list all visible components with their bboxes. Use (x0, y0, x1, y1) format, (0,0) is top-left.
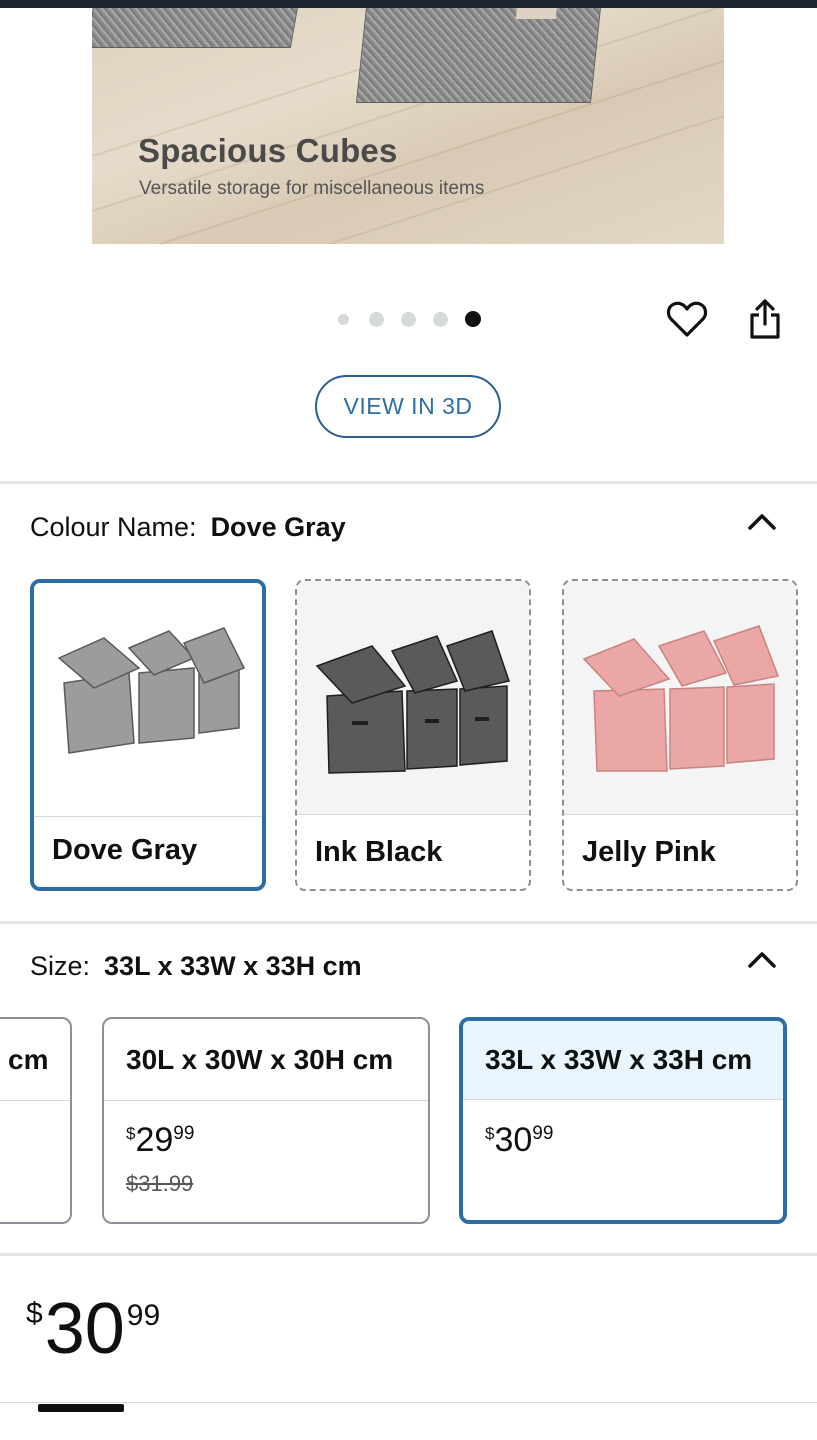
price-whole: 30 (494, 1121, 533, 1159)
size-option-price: $2999 (126, 1121, 194, 1160)
jelly-pink-cubes-image (582, 625, 780, 772)
dove-gray-cubes-image (57, 627, 246, 754)
storage-cube-image (92, 8, 304, 48)
hero-subtitle: Versatile storage for miscellaneous item… (139, 178, 485, 199)
chevron-up-icon[interactable] (742, 945, 782, 973)
price-cents: 99 (126, 1299, 161, 1332)
chevron-up-icon[interactable] (742, 507, 782, 535)
price-whole: 29 (135, 1121, 174, 1159)
share-icon (750, 299, 780, 339)
colour-option-ink-black[interactable]: Ink Black (295, 579, 531, 891)
colour-option-dove-gray[interactable]: Dove Gray (30, 579, 266, 891)
share-button[interactable] (743, 297, 787, 341)
product-image[interactable]: Spacious Cubes Versatile storage for mis… (92, 8, 724, 244)
swatch-image (297, 581, 529, 815)
hero-title: Spacious Cubes (138, 132, 398, 169)
currency-symbol: $ (26, 1297, 43, 1330)
carousel-dot[interactable] (369, 311, 384, 327)
size-label: Size: (30, 951, 91, 981)
carousel-dot-active[interactable] (465, 311, 481, 327)
swatch-name: Ink Black (315, 836, 443, 868)
swatch-name: Dove Gray (52, 834, 198, 866)
active-tab-indicator (38, 1404, 124, 1412)
price-cents: 99 (532, 1123, 554, 1144)
price-cents: 99 (173, 1123, 195, 1144)
size-option-30cm[interactable]: 30L x 30W x 30H cm $2999 $31.99 (102, 1017, 430, 1224)
carousel-dot[interactable] (433, 311, 448, 327)
carousel-dot[interactable] (338, 313, 349, 325)
view-in-3d-button[interactable]: VIEW IN 3D (315, 375, 501, 438)
product-price: $3099 (26, 1293, 160, 1365)
colour-option-jelly-pink[interactable]: Jelly Pink (562, 579, 798, 891)
price-whole: 30 (44, 1289, 125, 1369)
storage-cube-image (355, 8, 604, 103)
size-section-label: Size: 33L x 33W x 33H cm (30, 951, 362, 982)
size-option-label: 30L x 30W x 30H cm (104, 1019, 428, 1101)
section-divider (0, 481, 817, 484)
size-option-label: 33L x 33W x 33H cm (463, 1021, 783, 1100)
heart-icon (666, 301, 708, 337)
colour-section-label: Colour Name: Dove Gray (30, 512, 346, 543)
list-price: $31.99 (126, 1171, 194, 1196)
size-selected-value: 33L x 33W x 33H cm (104, 951, 362, 981)
carousel-dots (338, 311, 481, 327)
section-divider (0, 921, 817, 924)
colour-selected-value: Dove Gray (210, 512, 346, 542)
carousel-dot[interactable] (401, 311, 416, 327)
status-bar-strip (0, 0, 817, 8)
swatch-image (564, 581, 796, 815)
swatch-name: Jelly Pink (582, 836, 716, 868)
swatch-image (34, 583, 262, 817)
favorite-button[interactable] (665, 297, 709, 341)
size-option-label: cm (0, 1019, 70, 1101)
size-option-price: $3099 (485, 1121, 553, 1160)
section-divider (0, 1253, 817, 1256)
colour-label: Colour Name: (30, 512, 197, 542)
size-option-33cm[interactable]: 33L x 33W x 33H cm $3099 (459, 1017, 787, 1224)
currency-symbol: $ (126, 1124, 136, 1143)
currency-symbol: $ (485, 1124, 495, 1143)
size-option-partial[interactable]: cm (0, 1017, 72, 1224)
ink-black-cubes-image (315, 630, 510, 774)
